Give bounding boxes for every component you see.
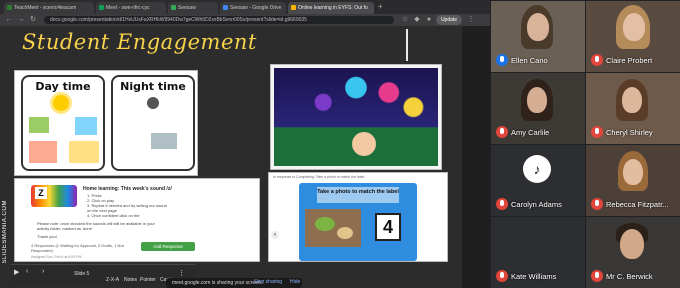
side-watermark: SLIDESMANIA.COM bbox=[2, 200, 8, 264]
participant-name: Kate Williams bbox=[511, 272, 557, 281]
extensions-icon[interactable]: ◆ bbox=[412, 15, 422, 25]
assigned-text: Assigned Sun, Feb 6 at 6:00 PM bbox=[31, 255, 82, 259]
microphone-muted-icon bbox=[496, 126, 508, 138]
tab-favicon-icon bbox=[223, 5, 228, 10]
character-picture bbox=[352, 132, 376, 156]
previous-slide-icon[interactable]: ‹ bbox=[26, 268, 28, 275]
participant-name: Cheryl Shirley bbox=[606, 128, 653, 137]
home-learning-post: Z Home learning: This week's sound /z/ 1… bbox=[14, 178, 260, 262]
video-grid: Ellen Cano Claire Probert Amy Carlile Ch… bbox=[490, 0, 680, 288]
participant-tile[interactable]: Rebecca Fitzpatr... bbox=[586, 145, 680, 216]
stop-sharing-button[interactable]: Stop sharing bbox=[254, 279, 282, 285]
participant-name: Carolyn Adams bbox=[511, 200, 562, 209]
photo-activity-card: Take a photo to match the label 4 bbox=[299, 183, 417, 261]
music-note-icon: ♪ bbox=[523, 155, 551, 183]
menu-icon[interactable]: ⋮ bbox=[466, 15, 476, 25]
home-learning-note: Please note: once checked the sounds wil… bbox=[37, 221, 155, 231]
participant-tile[interactable]: Claire Probert bbox=[586, 1, 680, 72]
toolbar-item[interactable]: Notes bbox=[124, 277, 137, 283]
browser-tab[interactable]: Meet - swe-nfrc-cyc bbox=[96, 2, 166, 14]
participant-name: Amy Carlile bbox=[511, 128, 550, 137]
toolbar-item[interactable]: Pointer bbox=[140, 277, 156, 283]
responses-text: 4 Responses (1 Waiting for Approval, 0 D… bbox=[31, 243, 124, 253]
avatar bbox=[620, 229, 644, 259]
home-learning-title: Home learning: This week's sound /z/ bbox=[83, 186, 172, 192]
participant-tile[interactable]: Ellen Cano bbox=[491, 1, 585, 72]
participant-name: Claire Probert bbox=[606, 56, 653, 65]
add-response-button[interactable]: Add Response bbox=[141, 242, 195, 251]
activity-picture bbox=[29, 141, 57, 163]
microphone-muted-icon bbox=[591, 54, 603, 66]
night-time-card: Night time bbox=[111, 75, 195, 171]
participant-tile[interactable]: Mr C. Berwick bbox=[586, 217, 680, 288]
browser-tab-active[interactable]: Online learning in EYFS: Out fo bbox=[288, 2, 374, 14]
previous-icon[interactable]: ‹ bbox=[271, 231, 279, 239]
participant-name: Mr C. Berwick bbox=[606, 272, 653, 281]
avatar bbox=[527, 87, 547, 113]
activity-picture bbox=[29, 117, 49, 133]
participant-tile[interactable]: Amy Carlile bbox=[491, 73, 585, 144]
activity-picture bbox=[69, 141, 99, 163]
sun-icon bbox=[53, 95, 69, 111]
activity-picture bbox=[75, 117, 97, 135]
photo-prompt: Take a photo to match the label bbox=[317, 187, 399, 203]
browser-tab[interactable]: TeachMeet - scenic4teacam bbox=[4, 2, 94, 14]
microphone-muted-icon bbox=[591, 126, 603, 138]
profile-icon[interactable]: ● bbox=[424, 15, 434, 25]
browser-tab-bar: TeachMeet - scenic4teacam Meet - swe-nfr… bbox=[0, 0, 490, 14]
play-icon[interactable]: ▶ bbox=[14, 268, 19, 276]
number-card: 4 bbox=[375, 213, 401, 241]
day-time-card: Day time bbox=[21, 75, 105, 171]
response-caption: In response to Completing: Take a photo … bbox=[273, 175, 365, 179]
forward-icon[interactable]: → bbox=[16, 15, 26, 25]
microphone-muted-icon bbox=[591, 198, 603, 210]
back-icon[interactable]: ← bbox=[4, 15, 14, 25]
slide-title: Student Engagement bbox=[22, 30, 257, 54]
home-learning-step: 3. Repeat if needed and try writing our … bbox=[87, 203, 167, 213]
day-night-activity: Day time Night time bbox=[14, 70, 198, 176]
home-learning-step: 4. Once confident click on the bbox=[87, 213, 140, 218]
new-tab-icon[interactable]: + bbox=[378, 2, 383, 11]
activity-picture bbox=[151, 133, 177, 149]
slide-divider bbox=[406, 29, 408, 61]
slide-number: Slide 5 bbox=[74, 271, 90, 277]
microphone-active-icon bbox=[496, 54, 508, 66]
participant-name: Rebecca Fitzpatr... bbox=[606, 200, 669, 209]
day-time-label: Day time bbox=[35, 80, 91, 93]
tab-favicon-icon bbox=[7, 5, 12, 10]
participant-name: Ellen Cano bbox=[511, 56, 548, 65]
microphone-muted-icon bbox=[496, 270, 508, 282]
avatar bbox=[623, 13, 645, 41]
thank-you-text: Thank you! bbox=[37, 234, 57, 239]
microphone-muted-icon bbox=[496, 198, 508, 210]
avatar bbox=[622, 87, 642, 113]
photo-picture bbox=[305, 209, 361, 247]
tab-favicon-icon bbox=[99, 5, 104, 10]
photo-response-post: In response to Completing: Take a photo … bbox=[268, 172, 448, 262]
night-time-label: Night time bbox=[120, 80, 186, 93]
more-options-icon[interactable]: ⋮ bbox=[178, 269, 185, 277]
avatar bbox=[527, 13, 549, 41]
fireworks-picture bbox=[270, 64, 442, 170]
letter-z-icon: Z bbox=[35, 187, 47, 199]
browser-tab[interactable]: Seesaw - Google Drive bbox=[220, 2, 286, 14]
next-slide-icon[interactable]: › bbox=[42, 268, 44, 275]
tab-favicon-icon bbox=[291, 5, 296, 10]
avatar bbox=[623, 159, 643, 185]
microphone-muted-icon bbox=[591, 270, 603, 282]
tab-favicon-icon bbox=[171, 5, 176, 10]
hide-button[interactable]: Hide bbox=[290, 279, 300, 285]
url-field[interactable]: docs.google.com/presentation/d/1HxUUxFaX… bbox=[44, 16, 394, 24]
toolbar-item[interactable]: Z-X-A bbox=[106, 277, 119, 283]
reload-icon[interactable]: ↻ bbox=[28, 15, 38, 25]
browser-tab[interactable]: Seesaw bbox=[168, 2, 218, 14]
participant-tile[interactable]: Cheryl Shirley bbox=[586, 73, 680, 144]
star-icon[interactable]: ☆ bbox=[400, 15, 410, 25]
participant-tile[interactable]: ♪ Carolyn Adams bbox=[491, 145, 585, 216]
update-button[interactable]: Update bbox=[436, 15, 462, 25]
moon-icon bbox=[147, 97, 159, 109]
participant-tile[interactable]: Kate Williams bbox=[491, 217, 585, 288]
